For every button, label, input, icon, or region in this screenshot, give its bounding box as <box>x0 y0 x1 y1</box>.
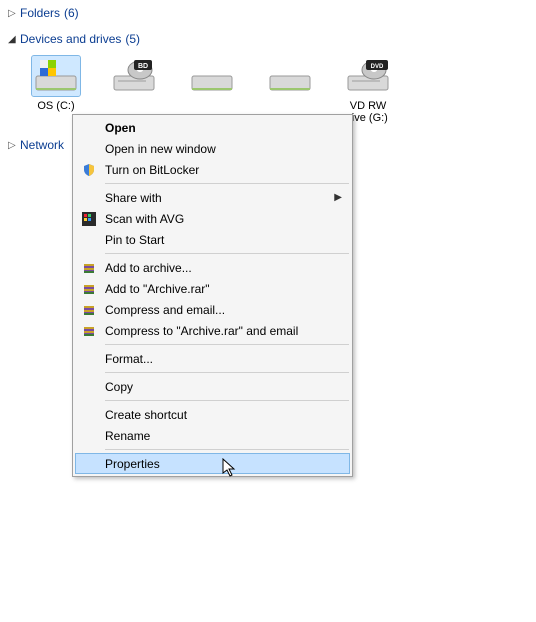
menu-compress-and-email[interactable]: Compress and email... <box>75 299 350 320</box>
drive-icon: DVD <box>344 56 392 96</box>
chevron-right-icon: ▶ <box>334 192 342 203</box>
menu-open[interactable]: Open <box>75 117 350 138</box>
drive-os-c[interactable]: OS (C:) <box>24 56 88 112</box>
menu-rename[interactable]: Rename <box>75 425 350 446</box>
section-folders[interactable]: ▷ Folders (6) <box>0 0 536 26</box>
winrar-icon <box>81 260 97 276</box>
chevron-right-icon: ▷ <box>8 140 20 151</box>
winrar-icon <box>81 281 97 297</box>
winrar-icon <box>81 302 97 318</box>
menu-properties[interactable]: Properties <box>75 453 350 474</box>
menu-open-new-window[interactable]: Open in new window <box>75 138 350 159</box>
chevron-right-icon: ▷ <box>8 8 20 19</box>
menu-copy[interactable]: Copy <box>75 376 350 397</box>
drive-icon <box>32 56 80 96</box>
menu-pin-to-start[interactable]: Pin to Start <box>75 229 350 250</box>
menu-separator <box>105 253 349 254</box>
drive-icon <box>266 56 314 96</box>
svg-text:DVD: DVD <box>371 64 384 70</box>
menu-compress-to-rar-and-email[interactable]: Compress to "Archive.rar" and email <box>75 320 350 341</box>
menu-format[interactable]: Format... <box>75 348 350 369</box>
section-title: Network <box>20 138 64 152</box>
menu-separator <box>105 449 349 450</box>
shield-icon <box>81 162 97 178</box>
menu-scan-with-avg[interactable]: Scan with AVG <box>75 208 350 229</box>
section-devices[interactable]: ◢ Devices and drives (5) <box>0 26 536 52</box>
section-title: Folders <box>20 6 60 20</box>
chevron-down-icon: ◢ <box>8 34 20 45</box>
menu-share-with[interactable]: Share with ▶ <box>75 187 350 208</box>
drive-hdd[interactable] <box>180 56 244 96</box>
section-count: (6) <box>64 6 79 20</box>
avg-icon <box>81 211 97 227</box>
drive-label: OS (C:) <box>37 100 74 112</box>
drive-hdd[interactable] <box>258 56 322 96</box>
svg-text:BD: BD <box>138 63 148 70</box>
menu-add-to-archive-rar[interactable]: Add to "Archive.rar" <box>75 278 350 299</box>
menu-add-to-archive[interactable]: Add to archive... <box>75 257 350 278</box>
drive-icon: BD <box>110 56 158 96</box>
winrar-icon <box>81 323 97 339</box>
menu-separator <box>105 372 349 373</box>
drive-label: VD RW rive (G:) <box>348 100 388 124</box>
menu-turn-on-bitlocker[interactable]: Turn on BitLocker <box>75 159 350 180</box>
menu-create-shortcut[interactable]: Create shortcut <box>75 404 350 425</box>
context-menu: Open Open in new window Turn on BitLocke… <box>72 114 353 477</box>
drive-icon <box>188 56 236 96</box>
menu-separator <box>105 183 349 184</box>
section-title: Devices and drives <box>20 32 121 46</box>
menu-separator <box>105 400 349 401</box>
drive-bd[interactable]: BD <box>102 56 166 96</box>
section-count: (5) <box>125 32 140 46</box>
menu-separator <box>105 344 349 345</box>
